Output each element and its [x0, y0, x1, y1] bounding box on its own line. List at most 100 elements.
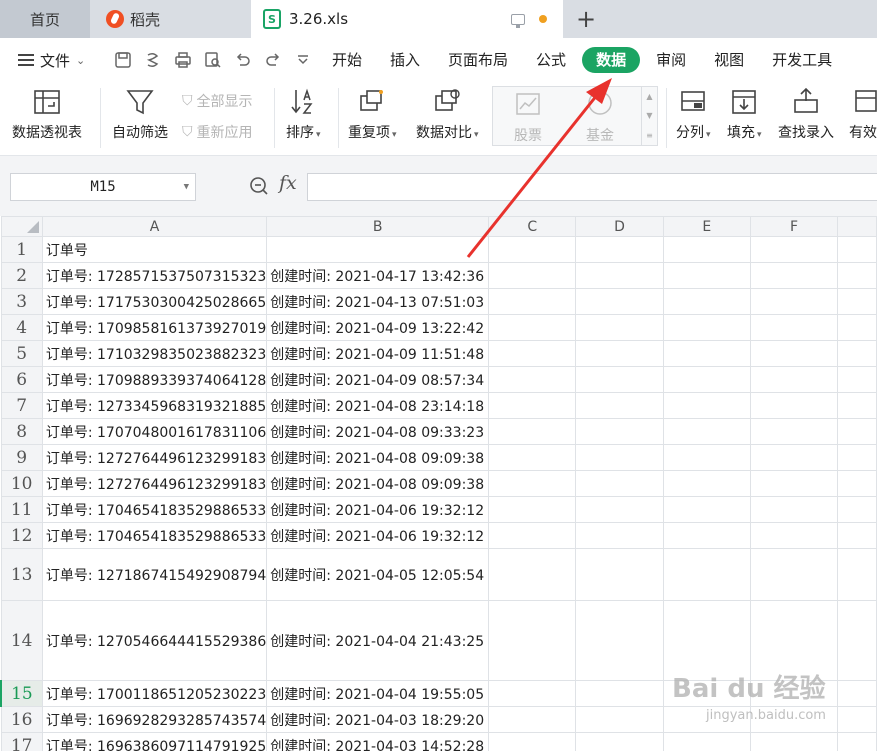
- cell-e[interactable]: [662, 418, 751, 445]
- row-header[interactable]: 4: [0, 314, 43, 341]
- cell-d[interactable]: [575, 314, 664, 341]
- cell-g[interactable]: [837, 444, 877, 471]
- row-header[interactable]: 2: [0, 262, 43, 289]
- cell-e[interactable]: [662, 470, 751, 497]
- cell-f[interactable]: [749, 314, 839, 341]
- print-icon[interactable]: [174, 51, 192, 69]
- cell-b[interactable]: 创建时间: 2021-04-06 19:32:12: [266, 496, 490, 523]
- cell-a[interactable]: 订单号: 1700118651205230223: [41, 680, 268, 707]
- cell-b[interactable]: [266, 236, 490, 263]
- row-header[interactable]: 7: [0, 392, 43, 419]
- cell-a[interactable]: 订单号: 1709889339374064128: [41, 366, 268, 393]
- cell-a[interactable]: 订单号: 1271867415492908794: [41, 548, 268, 601]
- cell-c[interactable]: [488, 314, 577, 341]
- cell-d[interactable]: [575, 496, 664, 523]
- cell-d[interactable]: [575, 288, 664, 315]
- cell-b[interactable]: 创建时间: 2021-04-08 23:14:18: [266, 392, 490, 419]
- name-box[interactable]: M15 ▼: [10, 173, 196, 201]
- gallery-scroll[interactable]: ▲ ▼ ≡: [641, 87, 657, 145]
- cell-d[interactable]: [575, 392, 664, 419]
- redo-icon[interactable]: [264, 51, 282, 69]
- cell-d[interactable]: [575, 236, 664, 263]
- cell-e[interactable]: [662, 366, 751, 393]
- cell-g[interactable]: [837, 418, 877, 445]
- export-icon[interactable]: [144, 51, 162, 69]
- cell-b[interactable]: 创建时间: 2021-04-03 18:29:20: [266, 706, 490, 733]
- fill-button[interactable]: 填充 ▾: [727, 86, 762, 142]
- cell-d[interactable]: [575, 680, 664, 707]
- cell-e[interactable]: [662, 236, 751, 263]
- cell-g[interactable]: [837, 392, 877, 419]
- cell-b[interactable]: 创建时间: 2021-04-09 13:22:42: [266, 314, 490, 341]
- cell-b[interactable]: 创建时间: 2021-04-08 09:09:38: [266, 444, 490, 471]
- tab-insert[interactable]: 插入: [378, 47, 432, 73]
- unsaved-dot-icon[interactable]: [539, 15, 547, 23]
- row-header[interactable]: 8: [0, 418, 43, 445]
- cell-g[interactable]: [837, 262, 877, 289]
- cell-a[interactable]: 订单号: 1707048001617831106: [41, 418, 268, 445]
- cell-c[interactable]: [488, 444, 577, 471]
- chevron-down-icon[interactable]: ▼: [184, 182, 189, 192]
- cell-d[interactable]: [575, 262, 664, 289]
- row-header[interactable]: 12: [0, 522, 43, 549]
- cell-g[interactable]: [837, 522, 877, 549]
- undo-icon[interactable]: [234, 51, 252, 69]
- cell-b[interactable]: 创建时间: 2021-04-09 08:57:34: [266, 366, 490, 393]
- data-compare-button[interactable]: 数据对比 ▾: [416, 86, 479, 142]
- cell-f[interactable]: [749, 496, 839, 523]
- cell-d[interactable]: [575, 340, 664, 367]
- tab-formula[interactable]: 公式: [524, 47, 578, 73]
- cell-d[interactable]: [575, 444, 664, 471]
- row-header[interactable]: 9: [0, 444, 43, 471]
- cell-c[interactable]: [488, 366, 577, 393]
- tab-developer[interactable]: 开发工具: [760, 47, 844, 73]
- print-preview-icon[interactable]: [204, 51, 222, 69]
- tab-page-layout[interactable]: 页面布局: [436, 47, 520, 73]
- cell-c[interactable]: [488, 470, 577, 497]
- select-all-corner[interactable]: [0, 216, 43, 237]
- row-header[interactable]: 5: [0, 340, 43, 367]
- cell-b[interactable]: 创建时间: 2021-04-06 19:32:12: [266, 522, 490, 549]
- cell-b[interactable]: 创建时间: 2021-04-13 07:51:03: [266, 288, 490, 315]
- cell-g[interactable]: [837, 496, 877, 523]
- cell-c[interactable]: [488, 522, 577, 549]
- cell-a[interactable]: 订单号: 1717530300425028665: [41, 288, 268, 315]
- duplicates-button[interactable]: 重复项 ▾: [348, 86, 397, 142]
- cell-c[interactable]: [488, 548, 577, 601]
- cell-e[interactable]: [662, 262, 751, 289]
- cell-d[interactable]: [575, 548, 664, 601]
- row-header[interactable]: 10: [0, 470, 43, 497]
- cell-f[interactable]: [749, 366, 839, 393]
- cell-a[interactable]: 订单号: 1270546644415529386: [41, 600, 268, 681]
- scroll-up-icon[interactable]: ▲: [646, 92, 652, 101]
- formula-input[interactable]: [307, 173, 877, 201]
- cell-g[interactable]: [837, 314, 877, 341]
- cell-c[interactable]: [488, 236, 577, 263]
- cell-f[interactable]: [749, 288, 839, 315]
- save-icon[interactable]: [114, 51, 132, 69]
- cell-a[interactable]: 订单号: 1728571537507315323: [41, 262, 268, 289]
- cell-g[interactable]: [837, 288, 877, 315]
- cell-b[interactable]: 创建时间: 2021-04-17 13:42:36: [266, 262, 490, 289]
- cell-b[interactable]: 创建时间: 2021-04-04 21:43:25: [266, 600, 490, 681]
- tab-docer[interactable]: 稻壳: [92, 0, 249, 38]
- column-header-c[interactable]: C: [488, 216, 577, 237]
- cell-c[interactable]: [488, 600, 577, 681]
- column-header-g[interactable]: [837, 216, 877, 237]
- cell-e[interactable]: [662, 444, 751, 471]
- cell-c[interactable]: [488, 340, 577, 367]
- cell-f[interactable]: [749, 522, 839, 549]
- cell-b[interactable]: 创建时间: 2021-04-09 11:51:48: [266, 340, 490, 367]
- tab-review[interactable]: 审阅: [644, 47, 698, 73]
- cell-g[interactable]: [837, 366, 877, 393]
- reapply-button[interactable]: ⛉ 重新应用: [182, 122, 253, 142]
- cell-a[interactable]: 订单号: 1704654183529886533: [41, 522, 268, 549]
- expand-gallery-icon[interactable]: ≡: [646, 131, 653, 140]
- scroll-down-icon[interactable]: ▼: [646, 111, 652, 120]
- cell-b[interactable]: 创建时间: 2021-04-03 14:52:28: [266, 732, 490, 751]
- column-header-b[interactable]: B: [266, 216, 490, 237]
- cell-d[interactable]: [575, 522, 664, 549]
- split-column-button[interactable]: 分列 ▾: [676, 86, 711, 142]
- cell-a[interactable]: 订单号: 1696386097114791925: [41, 732, 268, 751]
- auto-filter-button[interactable]: 自动筛选: [112, 86, 168, 142]
